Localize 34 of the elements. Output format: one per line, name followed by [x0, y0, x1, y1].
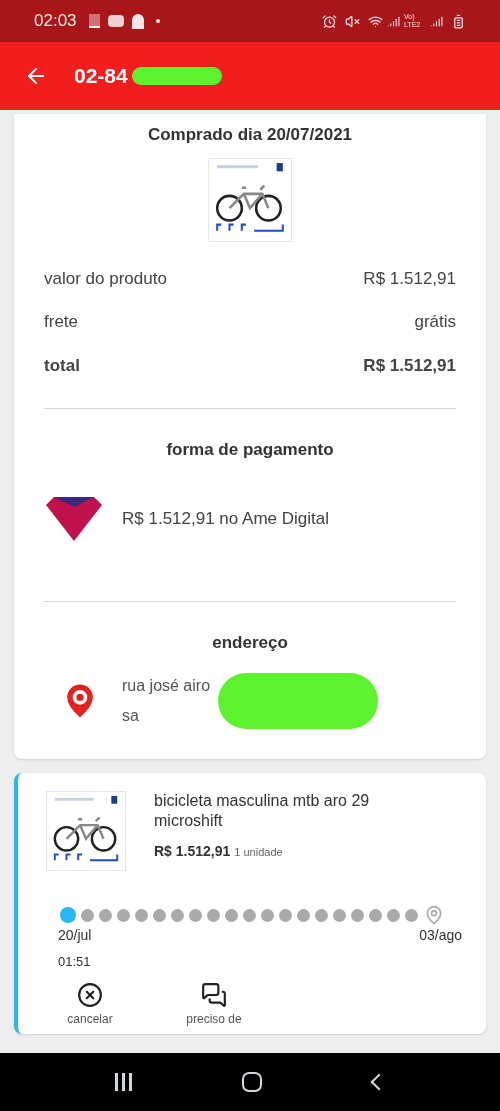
summary-label: total: [44, 354, 80, 377]
summary-value: grátis: [414, 311, 456, 333]
section-heading: forma de pagamento: [165, 439, 335, 461]
chat-bubbles-icon: [201, 981, 227, 1008]
summary-value: R$ 1.512,91: [363, 267, 456, 290]
battery-icon: [451, 13, 466, 29]
start-date: 20/jul: [58, 926, 92, 945]
address-line: sa: [122, 706, 140, 726]
mute-icon: [345, 13, 360, 29]
help-button[interactable]: preciso de: [174, 981, 254, 1028]
signal-icon: [430, 14, 443, 28]
product-price: R$ 1.512,91: [154, 842, 231, 861]
address-line: rua josé airo: [122, 676, 211, 696]
recent-apps-button[interactable]: [115, 1073, 133, 1091]
alarm-icon: [322, 13, 337, 29]
status-time: 02:03: [34, 10, 77, 33]
summary-label: valor do produto: [44, 267, 167, 290]
summary-value: R$ 1.512,91: [363, 354, 456, 377]
diamond-logo-icon: [44, 496, 104, 541]
summary-label: frete: [44, 311, 79, 333]
cancel-button[interactable]: cancelar: [50, 981, 130, 1028]
start-time: 01:51: [57, 953, 92, 971]
end-date: 03/ago: [419, 926, 462, 945]
section-heading: endereço: [211, 631, 289, 654]
destination-pin-icon: [424, 905, 444, 925]
order-number: 02-84: [74, 63, 128, 90]
signal-icon: [387, 14, 400, 28]
close-circle-icon: [77, 981, 103, 1008]
product-quantity: 1 unidade: [234, 845, 283, 860]
wifi-icon: [368, 13, 383, 29]
purchase-date: Comprado dia 20/07/2021: [146, 124, 354, 146]
product-name: bicicleta masculina mtb aro 29 microshift: [154, 791, 371, 831]
home-button[interactable]: [242, 1072, 263, 1092]
payment-text: R$ 1.512,91 no Ame Digital: [122, 507, 329, 530]
